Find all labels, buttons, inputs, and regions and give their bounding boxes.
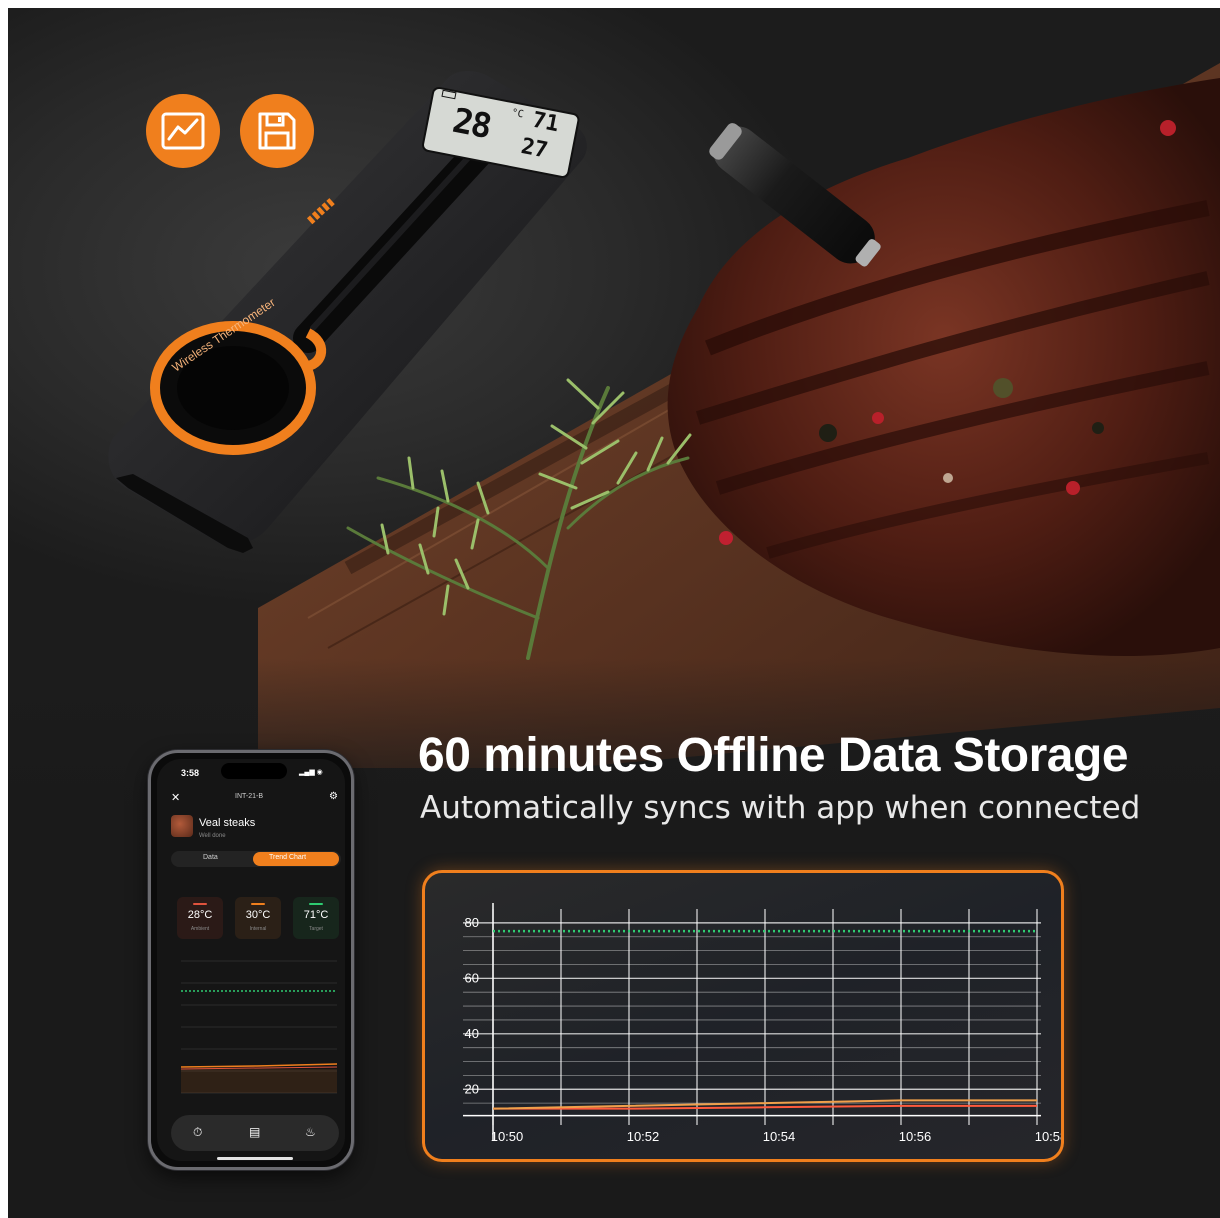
lcd-right-top-value: 71	[530, 107, 562, 138]
recipe-thumbnail	[171, 815, 193, 837]
x-tick-label: 10:52	[627, 1129, 660, 1144]
ambient-label: Ambient	[190, 926, 210, 932]
x-tick-label: 10:58	[1035, 1129, 1061, 1144]
phone-status-time: 3:58	[181, 768, 200, 778]
timer-icon[interactable]: ⏱	[193, 1125, 202, 1140]
internal-label: Internal	[249, 926, 267, 932]
lcd-right-bottom-value: 27	[519, 134, 550, 164]
floppy-disk-icon	[240, 94, 314, 168]
target-label: Target	[309, 926, 323, 932]
phone-bottom-bar: ⏱ ▤ ♨	[171, 1115, 339, 1151]
internal-value: 30°C	[245, 909, 271, 921]
headline: 60 minutes Offline Data Storage	[418, 729, 1129, 782]
lcd-battery-icon	[441, 89, 457, 100]
phone-tab-trend-chart[interactable]: Trend Chart	[253, 852, 339, 866]
phone-notch	[221, 763, 287, 779]
chart-line-icon	[146, 94, 220, 168]
phone-recipe-title: Veal steaks	[199, 817, 256, 829]
phone-device-id: INT-21-B	[235, 793, 264, 800]
phone-mockup: 3:58 ▂▄▆ ◉ ✕ INT-21-B ⚙ Veal steaks Well…	[148, 750, 354, 1170]
trend-chart: 20 40 60 80 10:50 10:52 10:54 10:56 10:58	[463, 903, 1061, 1144]
phone-screen: 3:58 ▂▄▆ ◉ ✕ INT-21-B ⚙ Veal steaks Well…	[157, 759, 345, 1161]
y-tick-label: 20	[465, 1081, 479, 1096]
phone-mini-chart	[180, 960, 338, 1094]
phone-tab-trend-label: Trend Chart	[269, 854, 307, 861]
cooking-icon[interactable]: ♨	[305, 1125, 316, 1139]
phone-close-icon[interactable]: ✕	[171, 791, 180, 804]
x-tick-label: 10:56	[899, 1129, 932, 1144]
y-tick-label: 80	[465, 915, 479, 930]
target-card: 71°C Target	[293, 897, 339, 939]
ambient-indicator	[193, 903, 207, 905]
subline: Automatically syncs with app when connec…	[420, 790, 1141, 826]
trend-chart-panel: 20 40 60 80 10:50 10:52 10:54 10:56 10:58	[422, 870, 1064, 1162]
home-indicator	[217, 1157, 293, 1160]
ambient-value: 28°C	[187, 909, 213, 921]
y-tick-label: 40	[465, 1026, 479, 1041]
product-scene: ▮▮▮▮▮ Wireless Thermometer 28 °C 71 27 6…	[8, 8, 1220, 1218]
internal-card: 30°C Internal	[235, 897, 281, 939]
lcd-unit: °C	[510, 107, 525, 121]
phone-recipe-subtitle: Well done	[199, 833, 226, 839]
history-icon[interactable]: ▤	[249, 1125, 260, 1139]
x-tick-label: 10:54	[763, 1129, 796, 1144]
x-tick-label: 10:50	[491, 1129, 524, 1144]
phone-settings-icon[interactable]: ⚙	[329, 791, 338, 802]
lcd-left-value: 28	[449, 100, 494, 147]
ambient-card: 28°C Ambient	[177, 897, 223, 939]
y-tick-label: 60	[465, 970, 479, 985]
phone-status-icons: ▂▄▆ ◉	[299, 769, 323, 776]
target-indicator	[309, 903, 323, 905]
phone-tab-data[interactable]: Data	[203, 854, 218, 861]
target-value: 71°C	[303, 909, 329, 921]
internal-indicator	[251, 903, 265, 905]
